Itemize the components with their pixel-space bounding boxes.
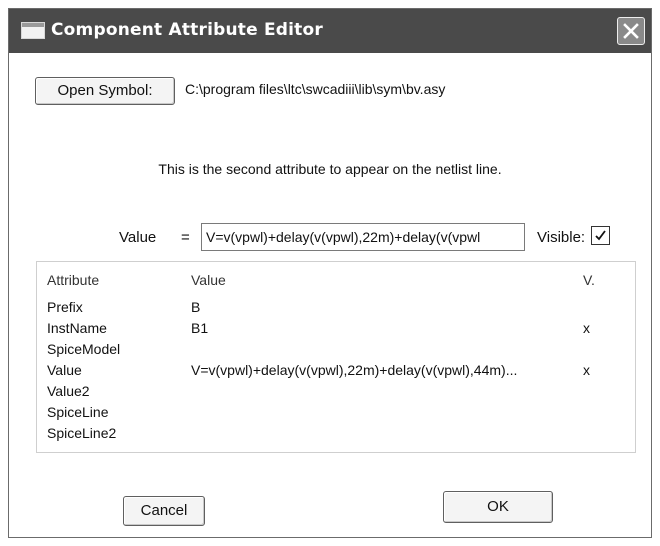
close-icon bbox=[623, 23, 639, 39]
row-attribute: Value2 bbox=[47, 383, 90, 399]
row-value: V=v(vpwl)+delay(v(vpwl),22m)+delay(v(vpw… bbox=[191, 362, 518, 378]
close-button[interactable] bbox=[617, 17, 645, 45]
row-attribute: InstName bbox=[47, 320, 107, 336]
row-value: B bbox=[191, 299, 201, 315]
attribute-description: This is the second attribute to appear o… bbox=[158, 161, 502, 177]
column-header-attribute[interactable]: Attribute bbox=[47, 272, 99, 288]
table-row[interactable]: Value2 bbox=[37, 382, 635, 403]
title-bar[interactable]: Component Attribute Editor bbox=[9, 9, 651, 53]
visible-checkbox[interactable] bbox=[591, 226, 610, 245]
column-header-visible[interactable]: V. bbox=[583, 272, 595, 288]
equals-sign: = bbox=[181, 229, 190, 246]
value-label: Value bbox=[119, 229, 157, 246]
attributes-table: Attribute Value V. Prefix B InstName B1 … bbox=[36, 261, 636, 453]
row-attribute: SpiceModel bbox=[47, 341, 121, 357]
visible-label: Visible: bbox=[537, 229, 586, 246]
table-row[interactable]: SpiceLine bbox=[37, 403, 635, 424]
component-attribute-editor-window: Component Attribute Editor Open Symbol: … bbox=[8, 8, 652, 538]
open-symbol-button[interactable]: Open Symbol: bbox=[35, 77, 175, 105]
value-input[interactable] bbox=[201, 223, 525, 251]
symbol-path: C:\program files\ltc\swcadiii\lib\sym\bv… bbox=[185, 81, 446, 97]
window-app-icon bbox=[21, 22, 45, 39]
ok-button[interactable]: OK bbox=[443, 491, 553, 523]
dialog-content: Open Symbol: C:\program files\ltc\swcadi… bbox=[9, 53, 651, 537]
row-visible: x bbox=[583, 320, 590, 336]
row-attribute: Value bbox=[47, 362, 82, 378]
window-title: Component Attribute Editor bbox=[51, 20, 323, 40]
column-header-value[interactable]: Value bbox=[191, 272, 226, 288]
table-row[interactable]: SpiceModel bbox=[37, 340, 635, 361]
row-visible: x bbox=[583, 362, 590, 378]
row-attribute: SpiceLine bbox=[47, 404, 109, 420]
row-attribute: Prefix bbox=[47, 299, 83, 315]
table-row[interactable]: SpiceLine2 bbox=[37, 424, 635, 445]
table-row[interactable]: Value V=v(vpwl)+delay(v(vpwl),22m)+delay… bbox=[37, 361, 635, 382]
row-value: B1 bbox=[191, 320, 209, 336]
checkmark-icon bbox=[595, 230, 606, 241]
row-attribute: SpiceLine2 bbox=[47, 425, 117, 441]
table-row[interactable]: Prefix B bbox=[37, 298, 635, 319]
cancel-button[interactable]: Cancel bbox=[123, 496, 205, 526]
table-row[interactable]: InstName B1 x bbox=[37, 319, 635, 340]
